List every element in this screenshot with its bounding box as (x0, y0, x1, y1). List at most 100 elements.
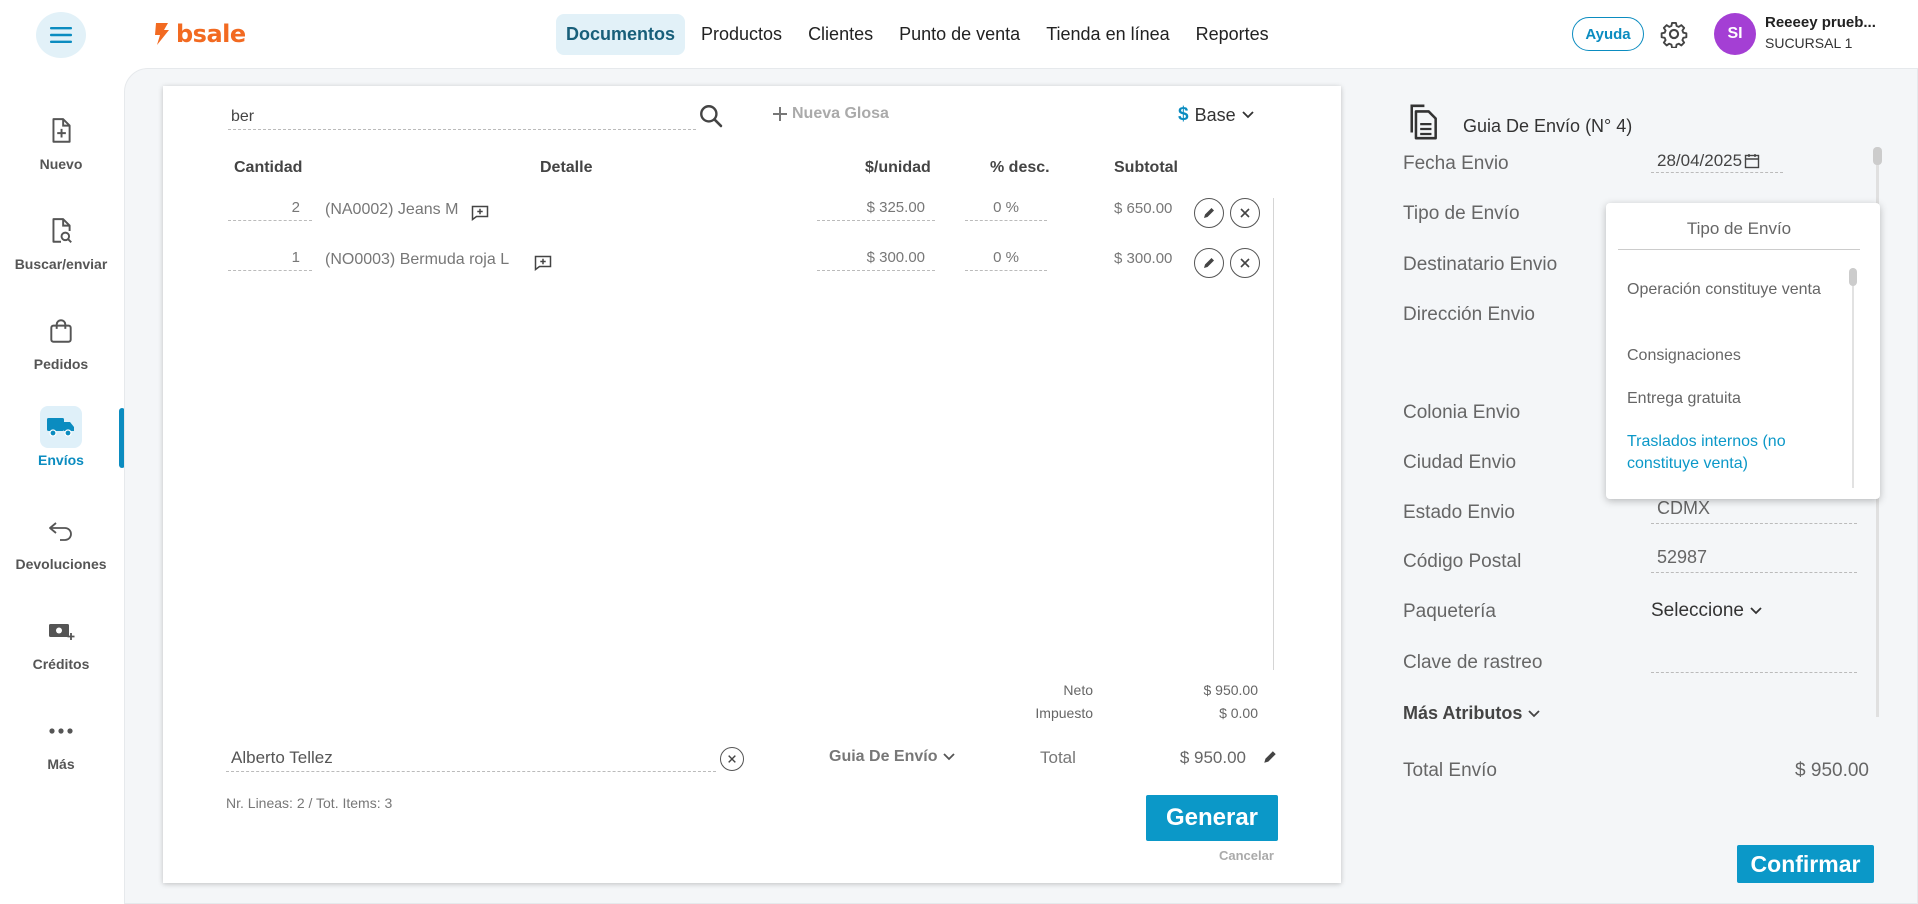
ciudad-envio-label: Ciudad Envio (1403, 452, 1517, 473)
row-unit-price[interactable]: $ 300.00 (817, 249, 935, 271)
fecha-envio-field[interactable]: 28/04/2025 (1651, 149, 1783, 173)
bsale-logo[interactable]: bsale (152, 20, 246, 48)
paqueteria-select[interactable]: Seleccione (1651, 600, 1762, 622)
clear-client-button[interactable] (720, 747, 744, 771)
add-comment-button[interactable] (471, 205, 489, 221)
table-divider (1273, 198, 1274, 670)
total-envio-value: $ 950.00 (1795, 760, 1869, 781)
sidebar-item-creditos[interactable]: Créditos (0, 610, 122, 672)
nav-tienda-en-linea[interactable]: Tienda en línea (1036, 14, 1179, 55)
row-qty[interactable]: 2 (228, 199, 312, 221)
pencil-icon (1264, 751, 1276, 763)
product-search-input[interactable] (228, 104, 696, 130)
user-name[interactable]: Reeeey prueb... (1765, 14, 1876, 31)
sidebar-item-devoluciones[interactable]: Devoluciones (0, 510, 122, 572)
help-button[interactable]: Ayuda (1572, 17, 1644, 51)
return-arrow-icon (49, 522, 72, 541)
sidebar-label: Devoluciones (15, 556, 107, 572)
row-qty[interactable]: 1 (228, 249, 312, 271)
nav-reportes[interactable]: Reportes (1186, 14, 1279, 55)
dropdown-option[interactable]: Entrega gratuita (1627, 388, 1837, 410)
more-attributes-label: Más Atributos (1403, 703, 1523, 723)
dropdown-option[interactable]: Consignaciones (1627, 345, 1837, 367)
user-avatar[interactable]: SI (1714, 13, 1756, 55)
currency-selector[interactable]: $ Base (1178, 104, 1254, 126)
currency-symbol: $ (1178, 104, 1189, 125)
nav-punto-de-venta[interactable]: Punto de venta (889, 14, 1030, 55)
paqueteria-value: Seleccione (1651, 600, 1744, 621)
nav-productos[interactable]: Productos (691, 14, 792, 55)
calendar-icon (1744, 153, 1760, 168)
chevron-down-icon (1528, 709, 1540, 717)
more-attributes-toggle[interactable]: Más Atributos (1403, 703, 1540, 724)
close-icon (1240, 258, 1250, 268)
destinatario-envio-label: Destinatario Envio (1403, 254, 1558, 275)
clave-rastreo-field[interactable] (1651, 647, 1857, 673)
row-subtotal: $ 650.00 (1114, 200, 1173, 217)
top-navigation: Documentos Productos Clientes Punto de v… (556, 14, 1279, 55)
truck-icon (47, 418, 74, 437)
dropdown-option[interactable]: Operación constituye venta (1627, 279, 1837, 301)
currency-label: Base (1194, 104, 1236, 125)
row-detail: (NO0003) Bermuda roja L (325, 251, 510, 268)
sidebar-item-pedidos[interactable]: Pedidos (0, 310, 122, 372)
search-button[interactable] (698, 103, 724, 129)
add-comment-button[interactable] (534, 255, 552, 271)
hamburger-menu-button[interactable] (36, 12, 86, 58)
shipping-doc-title: Guia De Envío (N° 4) (1463, 116, 1633, 136)
row-discount[interactable]: 0 % (965, 199, 1047, 221)
sidebar-label: Más (47, 756, 75, 772)
plus-icon (773, 107, 787, 121)
cancel-link[interactable]: Cancelar (1219, 848, 1274, 863)
sidebar-item-mas[interactable]: Más (0, 710, 122, 772)
row-discount[interactable]: 0 % (965, 249, 1047, 271)
confirm-button[interactable]: Confirmar (1737, 845, 1874, 883)
sidebar-item-nuevo[interactable]: Nuevo (0, 110, 122, 172)
codigo-postal-field[interactable]: 52987 (1651, 547, 1857, 573)
settings-button[interactable] (1660, 20, 1688, 48)
edit-row-button[interactable] (1194, 198, 1224, 228)
sidebar-item-envios[interactable]: Envíos (0, 406, 122, 468)
bsale-logo-icon (155, 23, 169, 45)
neto-value: $ 950.00 (1203, 682, 1259, 698)
col-header-discount: % desc. (990, 159, 1050, 176)
chevron-down-icon (1750, 607, 1762, 615)
total-value: $ 950.00 (1179, 748, 1246, 767)
total-envio-label: Total Envío (1403, 760, 1497, 781)
nav-documentos[interactable]: Documentos (556, 14, 686, 55)
pencil-icon (1204, 208, 1214, 218)
new-glosa-button[interactable]: Nueva Glosa (772, 105, 889, 123)
sidebar-label: Nuevo (39, 156, 83, 172)
dropdown-option-selected[interactable]: Traslados internos (no constituye venta) (1627, 431, 1837, 475)
nav-clientes[interactable]: Clientes (798, 14, 883, 55)
new-glosa-label: Nueva Glosa (792, 105, 889, 122)
sidebar-item-buscar-enviar[interactable]: Buscar/enviar (0, 210, 122, 272)
row-subtotal: $ 300.00 (1114, 250, 1173, 267)
tax-label: Impuesto (1035, 705, 1093, 721)
logo-text: bsale (176, 20, 246, 48)
document-type-selector[interactable]: Guia De Envío (829, 748, 956, 766)
estado-envio-field[interactable]: CDMX (1651, 498, 1857, 524)
neto-label: Neto (1063, 682, 1093, 698)
shipping-scrollbar-thumb[interactable] (1873, 147, 1882, 165)
dropdown-scrollbar-thumb[interactable] (1849, 268, 1857, 286)
tipo-envio-dropdown: Tipo de Envío Operación constituye venta… (1606, 203, 1880, 499)
edit-total-button[interactable] (1262, 749, 1278, 765)
client-field[interactable]: Alberto Tellez (226, 744, 716, 772)
dropdown-title: Tipo de Envío (1618, 219, 1860, 250)
more-dots-icon (49, 728, 73, 734)
tax-value: $ 0.00 (1219, 705, 1258, 721)
col-header-detalle: Detalle (540, 159, 593, 176)
clave-rastreo-label: Clave de rastreo (1403, 652, 1543, 673)
generate-button[interactable]: Generar (1146, 795, 1278, 841)
delete-row-button[interactable] (1230, 248, 1260, 278)
edit-row-button[interactable] (1194, 248, 1224, 278)
col-header-unit-price: $/unidad (865, 159, 931, 176)
user-branch: SUCURSAL 1 (1765, 35, 1853, 51)
total-label: Total (1040, 748, 1076, 767)
file-plus-icon (52, 118, 71, 143)
delete-row-button[interactable] (1230, 198, 1260, 228)
direccion-envio-label: Dirección Envio (1403, 304, 1535, 325)
document-copy-icon (1406, 103, 1440, 141)
row-unit-price[interactable]: $ 325.00 (817, 199, 935, 221)
